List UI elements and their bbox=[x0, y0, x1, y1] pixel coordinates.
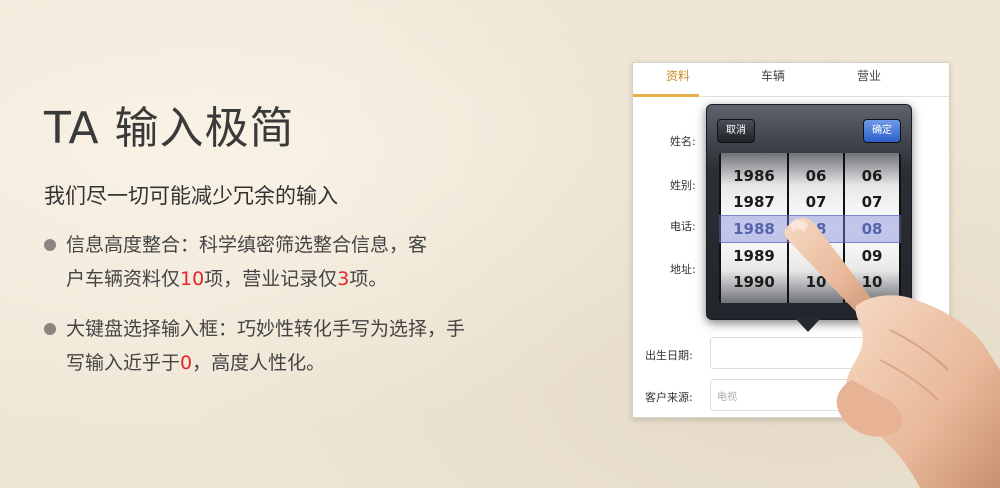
bullet-info-integration: 信息高度整合：科学缜密筛选整合信息，客 户车辆资料仅10项，营业记录仅3项。 bbox=[44, 228, 427, 296]
pointing-hand-icon bbox=[784, 217, 1000, 488]
name-label: 姓名: bbox=[670, 135, 696, 148]
wheel-item[interactable]: 1986 bbox=[721, 163, 787, 189]
active-tab-indicator bbox=[633, 94, 699, 97]
bullet-dot-icon bbox=[44, 239, 56, 251]
tab-vehicle[interactable]: 车辆 bbox=[761, 67, 785, 84]
picker-cancel-button[interactable]: 取消 bbox=[717, 119, 755, 143]
gender-label: 姓别: bbox=[670, 179, 696, 192]
highlight-number: 3 bbox=[337, 268, 350, 290]
highlight-number: 0 bbox=[180, 352, 193, 374]
bullet-text-cont: 户车辆资料仅10项，营业记录仅3项。 bbox=[66, 268, 388, 290]
birthday-label: 出生日期: bbox=[645, 349, 693, 362]
tab-profile[interactable]: 资料 bbox=[666, 67, 690, 84]
picker-ok-button[interactable]: 确定 bbox=[863, 119, 901, 143]
wheel-item[interactable]: 06 bbox=[789, 163, 843, 189]
bullet-text: 信息高度整合：科学缜密筛选整合信息，客 bbox=[66, 234, 428, 256]
tab-bar: 资料 车辆 营业 bbox=[633, 63, 949, 97]
bullet-text-cont: 写输入近乎于0，高度人性化。 bbox=[66, 352, 326, 374]
subtitle: 我们尽一切可能减少冗余的输入 bbox=[44, 184, 338, 208]
address-label: 地址: bbox=[670, 263, 696, 276]
phone-label: 电话: bbox=[670, 220, 696, 233]
bullet-dot-icon bbox=[44, 323, 56, 335]
bullet-keyboard-select: 大键盘选择输入框：巧妙性转化手写为选择，手 写输入近乎于0，高度人性化。 bbox=[44, 312, 465, 380]
bullet-text: 大键盘选择输入框：巧妙性转化手写为选择，手 bbox=[66, 318, 466, 340]
tab-business[interactable]: 营业 bbox=[857, 67, 881, 84]
source-label: 客户来源: bbox=[645, 391, 693, 404]
wheel-item[interactable]: 06 bbox=[845, 163, 899, 189]
headline: TA 输入极简 bbox=[44, 103, 295, 154]
highlight-number: 10 bbox=[180, 268, 205, 290]
